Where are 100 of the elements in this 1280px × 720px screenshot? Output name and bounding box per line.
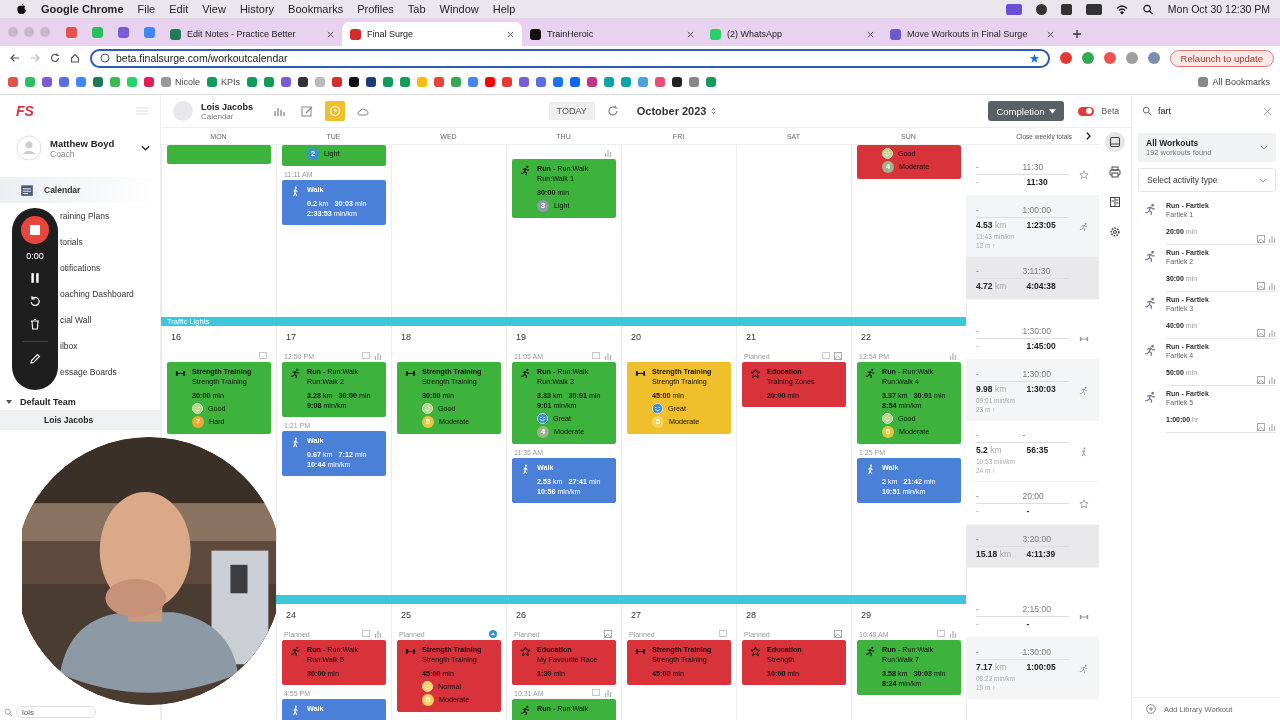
day-number: 28	[745, 609, 757, 622]
athlete-item[interactable]: Lois Jacobs	[0, 410, 160, 430]
pause-icon[interactable]	[29, 272, 41, 284]
image-icon[interactable]	[604, 630, 612, 638]
chart-icon[interactable]	[604, 352, 612, 360]
bookmark-icon[interactable]	[366, 77, 377, 87]
search-icon[interactable]	[1141, 3, 1154, 15]
panel-tool[interactable]	[1105, 132, 1125, 152]
chart-icon[interactable]	[604, 689, 612, 697]
site-info-icon[interactable]	[100, 53, 110, 63]
chart-icon[interactable]	[949, 352, 957, 360]
menu-item[interactable]: Window	[439, 3, 479, 15]
chart-icon[interactable]	[374, 630, 382, 638]
clock[interactable]: Mon Oct 30 12:30 PM	[1167, 3, 1270, 15]
profile-avatar[interactable]	[1147, 52, 1160, 64]
nav-item[interactable]: raining Plans	[60, 203, 160, 229]
chart-icon[interactable]	[1268, 235, 1276, 243]
nav-item[interactable]: otifications	[60, 255, 160, 281]
bookmark[interactable]: Nicole	[161, 77, 200, 87]
status-icon[interactable]	[1005, 3, 1022, 15]
refresh-icon[interactable]	[606, 105, 619, 117]
restart-icon[interactable]	[29, 295, 41, 307]
close-icon[interactable]	[327, 30, 334, 38]
chevron-down-icon[interactable]	[141, 145, 150, 151]
toggle-switch[interactable]	[1077, 106, 1094, 116]
close-icon[interactable]	[507, 30, 514, 38]
chevron-right-icon[interactable]	[1086, 132, 1091, 140]
extension-icon[interactable]	[1081, 52, 1094, 64]
browser-tab[interactable]: (2) WhatsApp	[702, 22, 882, 46]
pencil-icon[interactable]	[29, 353, 41, 365]
team-toggle[interactable]: Default Team	[0, 385, 160, 410]
bookmark-icon[interactable]	[672, 77, 683, 87]
image-icon[interactable]	[834, 352, 842, 360]
extension-icon[interactable]	[1059, 52, 1072, 64]
menu-item[interactable]: History	[239, 3, 275, 15]
all-bookmarks[interactable]: All Bookmarks	[1198, 77, 1270, 87]
close-icon[interactable]	[687, 30, 694, 38]
bookmark-icon[interactable]	[298, 77, 309, 87]
home-icon[interactable]	[70, 53, 80, 63]
chart-icon[interactable]	[604, 149, 612, 157]
close-icon[interactable]	[867, 30, 874, 38]
bookmark[interactable]: KPIs	[207, 77, 241, 87]
completion-dropdown[interactable]: Completion	[988, 101, 1064, 121]
app-menu[interactable]: Google Chrome	[41, 3, 124, 15]
apple-icon[interactable]	[16, 3, 27, 15]
chart-icon[interactable]	[1268, 423, 1276, 431]
wifi-icon[interactable]	[1115, 3, 1128, 15]
image-icon[interactable]	[1257, 376, 1265, 384]
tab-title: TrainHeroic	[547, 29, 595, 39]
back-icon[interactable]	[10, 53, 20, 63]
chart-icon[interactable]	[374, 352, 382, 360]
menu-item[interactable]: Help	[492, 3, 516, 15]
browser-tab[interactable]: Move Workouts in Final Surge	[882, 22, 1062, 46]
reload-icon[interactable]	[50, 53, 60, 63]
menu-item[interactable]: File	[137, 3, 156, 15]
nav-item[interactable]: ilbox	[60, 333, 160, 359]
new-tab-icon[interactable]	[1072, 29, 1082, 39]
today-button[interactable]: TODAY	[548, 102, 595, 120]
activity-type-select[interactable]: Select activity type	[1138, 168, 1276, 192]
chart-icon[interactable]	[1268, 282, 1276, 290]
dumbbell-icon	[635, 368, 646, 379]
image-icon[interactable]	[834, 630, 842, 638]
browser-tab[interactable]: TrainHeroic	[522, 22, 702, 46]
bookmark-star-icon[interactable]	[1028, 52, 1040, 64]
month-picker[interactable]: October 2023	[630, 104, 723, 118]
planned-distance: -	[976, 161, 980, 174]
image-icon[interactable]	[1257, 329, 1265, 337]
chart-icon[interactable]	[949, 630, 957, 638]
browser-tab[interactable]: Edit Notes - Practice Better	[162, 22, 342, 46]
battery-icon[interactable]	[1085, 3, 1102, 15]
status-icon[interactable]	[1060, 3, 1072, 15]
browser-tab[interactable]: Final Surge	[342, 22, 522, 46]
image-icon[interactable]	[1257, 235, 1265, 243]
nav-item[interactable]: essage Boards	[60, 359, 160, 385]
forward-icon[interactable]	[30, 53, 40, 63]
nav-item[interactable]: oaching Dashboard	[60, 281, 160, 307]
status-icon[interactable]	[1035, 3, 1047, 15]
upload-icon[interactable]	[489, 630, 497, 638]
close-icon[interactable]	[1047, 30, 1054, 38]
image-icon[interactable]	[1257, 423, 1265, 431]
menu-item[interactable]: Bookmarks	[288, 3, 344, 15]
search-field[interactable]: lois	[16, 706, 96, 718]
nav-item[interactable]: cial Wall	[60, 307, 160, 333]
extension-icon[interactable]	[1125, 52, 1138, 64]
chart-icon[interactable]	[1268, 376, 1276, 384]
logo[interactable]: FS	[16, 103, 34, 119]
menu-item[interactable]: View	[202, 3, 226, 15]
trash-icon[interactable]	[29, 318, 41, 330]
menu-item[interactable]: Tab	[407, 3, 426, 15]
chart-icon[interactable]	[1268, 329, 1276, 337]
menu-item[interactable]: Edit	[169, 3, 189, 15]
relaunch-button[interactable]: Relaunch to update	[1169, 49, 1274, 67]
extension-icon[interactable]	[1103, 52, 1116, 64]
bookmark-icon[interactable]	[349, 77, 360, 87]
stop-recording-button[interactable]	[21, 216, 49, 244]
address-field[interactable]: beta.finalsurge.com/workoutcalendar	[90, 48, 1050, 68]
image-icon[interactable]	[1257, 282, 1265, 290]
nav-item[interactable]: torials	[60, 229, 160, 255]
menu-item[interactable]: Profiles	[357, 3, 394, 15]
planned-distance: -	[976, 533, 980, 546]
